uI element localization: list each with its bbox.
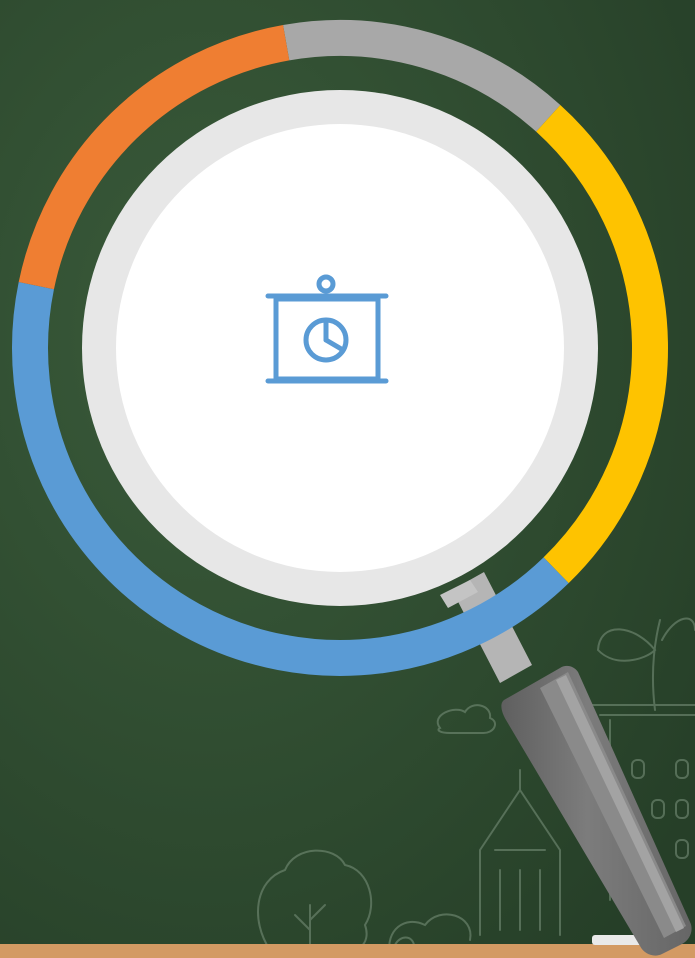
chalkboard-ledge [0, 944, 695, 958]
slide-canvas [0, 0, 695, 958]
